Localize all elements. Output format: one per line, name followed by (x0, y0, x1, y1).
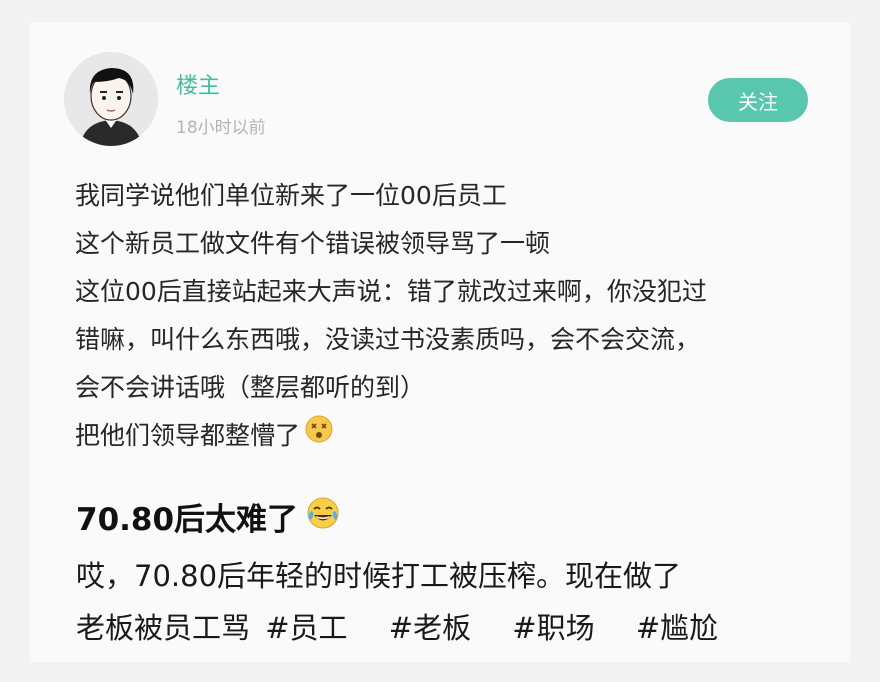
username[interactable]: 楼主 (176, 68, 220, 100)
tears-of-joy-emoji-icon (306, 496, 340, 538)
post-line: 会不会讲话哦（整层都听的到） (75, 373, 426, 402)
hashtag-link[interactable]: #老板 (389, 611, 471, 645)
hashtag-link[interactable]: #员工 (265, 611, 347, 645)
post-line: 错嘛，叫什么东西哦，没读过书没素质吗，会不会交流， (75, 325, 701, 354)
follow-button[interactable]: 关注 (708, 78, 808, 122)
user-avatar[interactable] (64, 52, 158, 146)
post-line: 我同学说他们单位新来了一位00后员工 (75, 181, 507, 210)
hashtag-link[interactable]: #尴尬 (636, 611, 718, 645)
caption-line-text: 老板被员工骂 (76, 611, 251, 645)
post-line: 这个新员工做文件有个错误被领导骂了一顿 (75, 229, 551, 258)
hashtag-link[interactable]: #职场 (512, 611, 594, 645)
dizzy-face-emoji-icon (304, 412, 334, 460)
post-line: 这位00后直接站起来大声说：错了就改过来啊，你没犯过 (75, 277, 707, 306)
avatar-portrait-icon (64, 52, 158, 146)
post-timestamp: 18小时以前 (176, 118, 266, 138)
caption-body: 哎，70.80后年轻的时候打工被压榨。现在做了 老板被员工骂 #员工 #老板 #… (76, 550, 856, 654)
caption-line-hashtags: 老板被员工骂 #员工 #老板 #职场 #尴尬 (76, 602, 856, 654)
post-line-text: 把他们领导都整懵了 (75, 421, 301, 450)
caption-title-text: 70.80后太难了 (76, 502, 299, 538)
caption-line: 哎，70.80后年轻的时候打工被压榨。现在做了 (76, 559, 682, 593)
caption-title: 70.80后太难了 (76, 494, 340, 539)
post-line-last: 把他们领导都整懵了 (75, 412, 835, 460)
post-body: 我同学说他们单位新来了一位00后员工 这个新员工做文件有个错误被领导骂了一顿 这… (75, 172, 835, 460)
